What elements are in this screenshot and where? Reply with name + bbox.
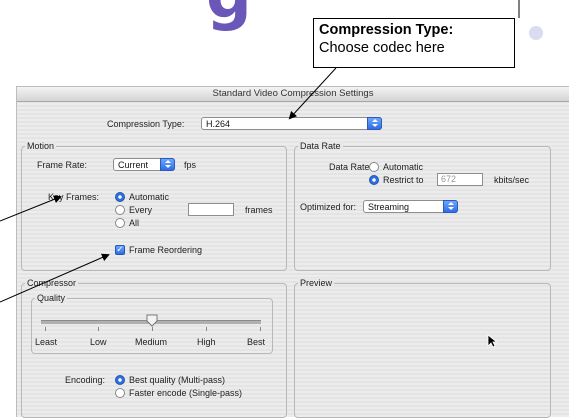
key-frames-every-radio[interactable] [115,205,125,215]
quality-tick [260,327,261,331]
frame-rate-label: Frame Rate: [37,160,88,170]
popup-arrows-icon [160,158,175,171]
quality-label-best: Best [247,337,266,347]
preview-box [294,283,551,418]
quality-tick [206,327,207,331]
data-rate-automatic-radio[interactable] [369,162,379,172]
optimized-for-label: Optimized for: [300,202,357,212]
key-frames-label: Key Frames: [48,192,100,202]
preview-group-title: Preview [298,278,335,288]
frame-reordering-checkbox[interactable]: ✓ [115,245,125,255]
quality-tick [98,327,99,331]
compression-type-value: H.264 [206,119,231,129]
key-frames-automatic-radio[interactable] [115,192,125,202]
data-rate-label: Data Rate: [329,162,373,172]
data-rate-restrict-field[interactable]: 672 [437,173,483,186]
quality-label-least: Least [35,337,58,347]
quality-label-high: High [197,337,216,347]
callout-title: Compression Type: [319,22,454,38]
encoding-multipass-radio[interactable] [115,375,125,385]
frame-reordering-label: Frame Reordering [129,245,203,255]
mouse-pointer-icon [487,334,497,348]
key-frames-all-radio[interactable] [115,218,125,228]
compression-type-popup[interactable]: H.264 [201,117,382,130]
data-rate-automatic-label: Automatic [383,162,424,172]
compression-type-label: Compression Type: [107,119,185,129]
key-frames-every-unit: frames [245,205,273,215]
encoding-multipass-label: Best quality (Multi-pass) [129,375,226,385]
data-rate-group-title: Data Rate [298,141,343,151]
frame-rate-popup[interactable]: Current [113,158,175,171]
quality-slider-knob[interactable] [146,314,158,327]
compression-type-callout: Compression Type: Choose codec here [313,18,515,68]
encoding-singlepass-label: Faster encode (Single-pass) [129,388,243,398]
compression-settings-dialog: Standard Video Compression Settings Comp… [16,86,569,418]
key-frames-every-label: Every [129,205,153,215]
encoding-label: Encoding: [65,375,106,385]
slide-bullet-dot [529,26,543,40]
slide-title-fragment: g [206,0,252,28]
key-frames-automatic-label: Automatic [129,192,170,202]
frame-rate-unit: fps [184,160,197,170]
data-rate-restrict-label: Restrict to [383,175,424,185]
data-rate-restrict-radio[interactable] [369,175,379,185]
quality-tick [152,327,153,331]
quality-label-low: Low [90,337,107,347]
compressor-group-title: Compressor [25,278,79,288]
popup-arrows-icon [367,117,382,130]
motion-group-title: Motion [25,141,57,151]
encoding-singlepass-radio[interactable] [115,388,125,398]
popup-arrows-icon [443,200,458,213]
callout-subtitle: Choose codec here [319,40,445,56]
quality-tick [45,327,46,331]
key-frames-all-label: All [129,218,140,228]
optimized-for-popup[interactable]: Streaming [363,200,458,213]
quality-label-medium: Medium [135,337,168,347]
dialog-title: Standard Video Compression Settings [17,87,569,102]
quality-title: Quality [35,293,68,303]
key-frames-every-field[interactable] [188,203,234,216]
data-rate-unit: kbits/sec [494,175,530,185]
frame-rate-value: Current [118,160,149,170]
optimized-for-value: Streaming [368,202,410,212]
